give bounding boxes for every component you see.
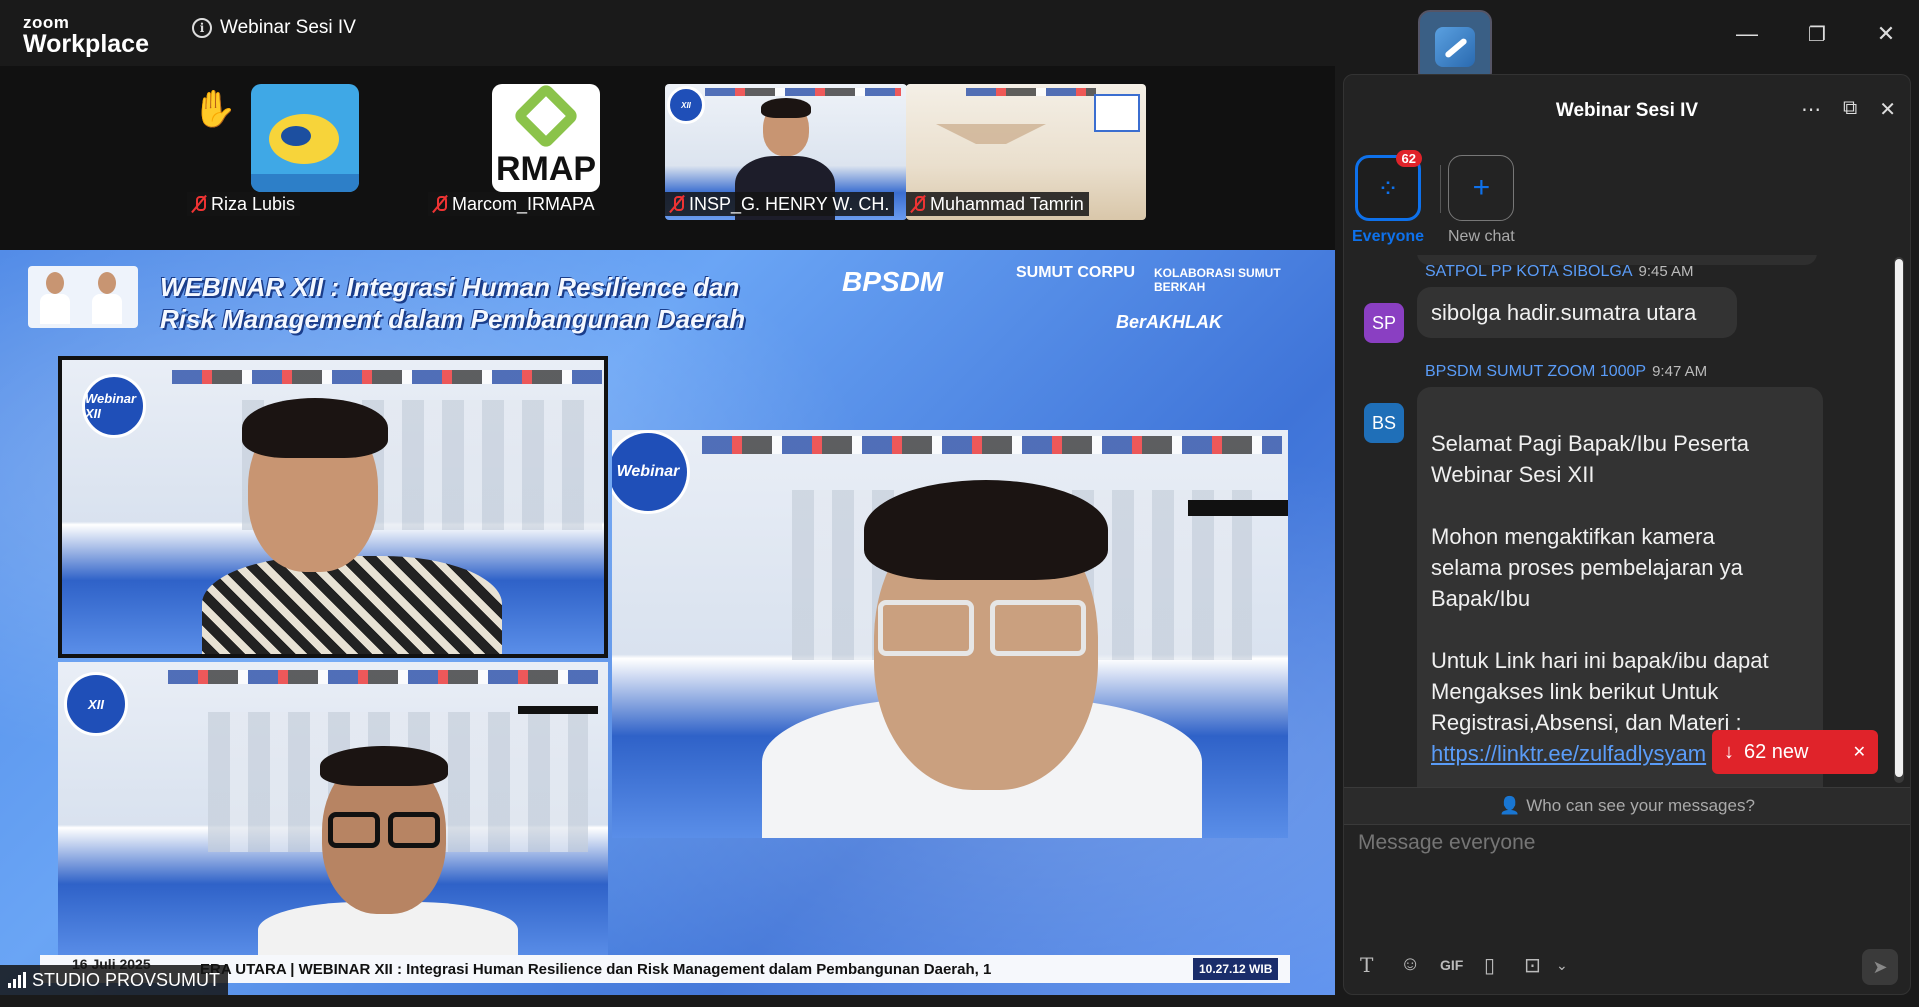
- participant-name: Riza Lubis: [187, 192, 301, 216]
- logo-workplace: Workplace: [23, 30, 149, 58]
- chat-scrollbar[interactable]: [1894, 257, 1904, 783]
- mic-muted-icon: [670, 195, 684, 213]
- participant-tile-henry[interactable]: XII INSP_G. HENRY W. CH.: [665, 84, 907, 220]
- message-list[interactable]: SATPOL PP KOTA SIBOLGA 9:45 AM SP sibolga…: [1344, 255, 1899, 788]
- chat-panel: Webinar Sesi IV ⋯ ⧉ ✕ ⁘ 62 Everyone + Ne…: [1343, 74, 1911, 995]
- message-sender: SATPOL PP KOTA SIBOLGA 9:45 AM: [1425, 263, 1694, 280]
- message-bubble: sibolga hadir.sumatra utara: [1417, 287, 1737, 338]
- mic-muted-icon: [192, 195, 206, 213]
- new-chat-button[interactable]: +: [1448, 155, 1515, 221]
- arrow-down-icon: ↓: [1724, 740, 1734, 763]
- logo-zoom: zoom: [23, 13, 70, 32]
- close-window-button[interactable]: ✕: [1866, 14, 1906, 54]
- sender-avatar[interactable]: SP: [1364, 303, 1404, 343]
- participant-tile-marcom[interactable]: RMAP Marcom_IRMAPA: [428, 84, 608, 220]
- participant-tile-riza-lubis[interactable]: Riza Lubis: [187, 84, 367, 220]
- new-messages-button[interactable]: ↓ 62 new ✕: [1712, 730, 1878, 774]
- mic-muted-icon: [433, 195, 447, 213]
- overlay-app-icon[interactable]: [1418, 10, 1492, 84]
- emoji-icon[interactable]: ☺: [1400, 953, 1420, 976]
- message-link[interactable]: https://linktr.ee/zulfadlysyam: [1431, 741, 1706, 766]
- corpu-logo: SUMUT CORPU: [1016, 264, 1136, 281]
- plus-icon: +: [1472, 171, 1491, 204]
- screenshot-icon[interactable]: ⊡: [1524, 953, 1541, 978]
- channel-label: New chat: [1448, 228, 1515, 245]
- zoom-logo: zoom Workplace: [23, 14, 149, 57]
- speaker-video-2[interactable]: XII: [58, 662, 608, 958]
- send-button[interactable]: ➤: [1862, 949, 1898, 985]
- webinar-title: WEBINAR XII : Integrasi Human Resilience…: [160, 272, 746, 334]
- bpsdm-logo: BPSDM: [842, 266, 944, 297]
- channel-divider: [1440, 165, 1441, 213]
- ticker-time: 10.27.12 WIB: [1193, 958, 1279, 980]
- channel-new-chat[interactable]: + New chat: [1448, 155, 1515, 246]
- meeting-title[interactable]: i Webinar Sesi IV: [192, 17, 356, 39]
- participant-name: Muhammad Tamrin: [906, 192, 1089, 216]
- message-sender: BPSDM SUMUT ZOOM 1000P 9:47 AM: [1425, 363, 1708, 380]
- message-bubble: Selamat Pagi Bapak/Ibu Peserta Webinar S…: [1417, 387, 1823, 788]
- officials-photo: [28, 266, 138, 328]
- dismiss-icon[interactable]: ✕: [1853, 742, 1866, 762]
- more-icon[interactable]: ⋯: [1801, 97, 1821, 122]
- message-input[interactable]: [1358, 831, 1898, 855]
- participant-tile-tamrin[interactable]: Muhammad Tamrin: [906, 84, 1146, 220]
- speaker-video-1[interactable]: Webinar XII: [58, 356, 608, 658]
- chevron-down-icon[interactable]: ⌄: [1556, 957, 1568, 974]
- info-icon[interactable]: i: [192, 18, 212, 38]
- avatar: [251, 84, 359, 192]
- speaker-video-3[interactable]: Webinar: [612, 430, 1288, 838]
- kolaborasi-logo: KOLABORASI SUMUT BERKAH: [1154, 266, 1281, 295]
- text-format-icon[interactable]: T: [1360, 953, 1373, 977]
- everyone-button[interactable]: ⁘ 62: [1355, 150, 1423, 221]
- meeting-title-text: Webinar Sesi IV: [220, 17, 356, 38]
- minimize-button[interactable]: —: [1727, 14, 1767, 54]
- close-icon[interactable]: ✕: [1879, 97, 1896, 122]
- avatar: RMAP: [492, 84, 600, 192]
- active-speaker-label: STUDIO PROVSUMUT: [0, 965, 229, 995]
- message-visibility[interactable]: 👤 Who can see your messages?: [1344, 787, 1910, 825]
- signal-strength-icon: [8, 972, 26, 988]
- berakhlak-logo: BerAKHLAK: [1116, 312, 1223, 332]
- participant-name: Marcom_IRMAPA: [428, 192, 600, 216]
- participant-strip: ✋ Riza Lubis RMAP Marcom_IRMAPA XII INSP…: [0, 66, 1335, 250]
- person-icon: 👤: [1499, 796, 1521, 815]
- gif-icon[interactable]: GIF: [1440, 957, 1463, 973]
- sender-avatar[interactable]: BS: [1364, 403, 1404, 443]
- title-bar: zoom Workplace i Webinar Sesi IV — ❐ ✕: [0, 0, 1919, 84]
- unread-badge: 62: [1395, 150, 1423, 167]
- channel-label: Everyone: [1352, 228, 1425, 245]
- popout-icon[interactable]: ⧉: [1843, 97, 1857, 122]
- compose-toolbar: T ☺ GIF ▯ ⊡ ⌄ ➤: [1344, 945, 1910, 985]
- main-video[interactable]: WEBINAR XII : Integrasi Human Resilience…: [0, 250, 1335, 995]
- restore-button[interactable]: ❐: [1797, 14, 1837, 54]
- people-icon: ⁘: [1377, 172, 1399, 203]
- file-icon[interactable]: ▯: [1484, 953, 1495, 978]
- channel-everyone[interactable]: ⁘ 62 Everyone: [1352, 150, 1425, 246]
- mic-muted-icon: [911, 195, 925, 213]
- participant-name: INSP_G. HENRY W. CH.: [665, 192, 895, 216]
